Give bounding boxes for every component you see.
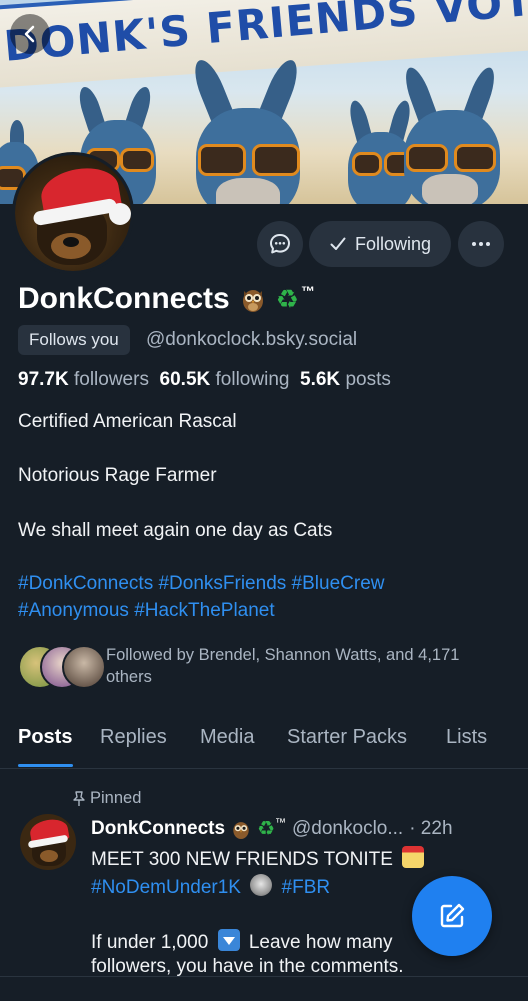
more-icon — [472, 242, 490, 246]
following-label: Following — [354, 233, 432, 254]
bio-hashtags-line: #DonkConnects #DonksFriends #BlueCrew — [18, 573, 384, 595]
profile-stats: 97.7K followers 60.5K following 5.6K pos… — [18, 369, 391, 391]
hashtag-link[interactable]: #BlueCrew — [292, 573, 385, 594]
bio-line: Notorious Rage Farmer — [18, 465, 217, 486]
tab-starter-packs[interactable]: Starter Packs — [287, 726, 407, 749]
following-button[interactable]: Following — [309, 221, 451, 267]
slot-machine-emoji-icon — [402, 846, 425, 868]
back-button[interactable] — [10, 14, 50, 54]
recycle-emoji-icon: ♻ — [275, 284, 299, 314]
followed-by-avatars[interactable] — [18, 645, 106, 689]
post-author-handle[interactable]: @donkoclo... — [292, 818, 403, 840]
helmet-emoji-icon — [250, 874, 273, 896]
avatar — [62, 645, 106, 689]
post-text-line: If under 1,000 Leave how many — [91, 929, 392, 954]
checkmark-icon — [330, 237, 346, 250]
post-text-line: MEET 300 NEW FRIENDS TONITE — [91, 846, 428, 871]
tab-media[interactable]: Media — [200, 726, 254, 749]
owl-emoji-icon — [240, 285, 266, 313]
back-arrow-icon — [24, 25, 35, 43]
owl-emoji-icon — [233, 821, 249, 839]
followers-stat[interactable]: 97.7K followers — [18, 369, 149, 390]
recycle-emoji-icon: ♻ — [257, 818, 276, 840]
followed-by-text[interactable]: Followed by Brendel, Shannon Watts, and … — [106, 644, 486, 688]
active-tab-indicator — [18, 764, 73, 767]
trademark-symbol: ™ — [301, 283, 315, 299]
bio-line: We shall meet again one day as Cats — [18, 520, 333, 541]
hashtag-link[interactable]: #DonksFriends — [158, 573, 286, 594]
post-author-avatar[interactable] — [20, 814, 76, 870]
pin-icon — [73, 790, 85, 806]
message-button[interactable] — [257, 221, 303, 267]
down-arrow-emoji-icon — [217, 929, 240, 951]
tab-replies[interactable]: Replies — [100, 726, 167, 749]
profile-tabs: Posts Replies Media Starter Packs Lists — [0, 722, 528, 769]
hashtag-link[interactable]: #NoDemUnder1K — [91, 877, 241, 898]
message-icon — [270, 234, 290, 254]
compose-icon — [440, 903, 465, 928]
bio-line: Certified American Rascal — [18, 411, 237, 432]
display-name: DonkConnects — [18, 282, 230, 315]
posts-stat: 5.6K posts — [300, 369, 391, 390]
trademark-symbol: ™ — [275, 816, 287, 829]
post-text-line: #NoDemUnder1K #FBR — [91, 874, 330, 899]
post-author-name[interactable]: DonkConnects — [91, 818, 225, 840]
hashtag-link[interactable]: #FBR — [282, 877, 331, 898]
profile-avatar[interactable] — [12, 152, 134, 274]
post-header: DonkConnects ♻ ™ @donkoclo... · 22h — [91, 816, 453, 841]
bottom-nav-edge — [0, 976, 528, 1001]
display-name-row: DonkConnects ♻ ™ — [18, 282, 315, 316]
bio-hashtags-line: #Anonymous #HackThePlanet — [18, 600, 275, 622]
compose-button[interactable] — [412, 876, 492, 956]
hashtag-link[interactable]: #DonkConnects — [18, 573, 153, 594]
post-timestamp[interactable]: · 22h — [409, 818, 452, 840]
following-stat[interactable]: 60.5K following — [160, 369, 290, 390]
more-options-button[interactable] — [458, 221, 504, 267]
hashtag-link[interactable]: #Anonymous — [18, 600, 129, 621]
profile-handle[interactable]: @donkoclock.bsky.social — [146, 329, 357, 351]
tab-lists[interactable]: Lists — [446, 726, 487, 749]
post-text-line: followers, you have in the comments. — [91, 956, 404, 977]
tab-posts[interactable]: Posts — [18, 726, 72, 749]
follows-you-badge: Follows you — [18, 325, 130, 355]
hashtag-link[interactable]: #HackThePlanet — [134, 600, 274, 621]
pinned-label: Pinned — [72, 789, 141, 808]
